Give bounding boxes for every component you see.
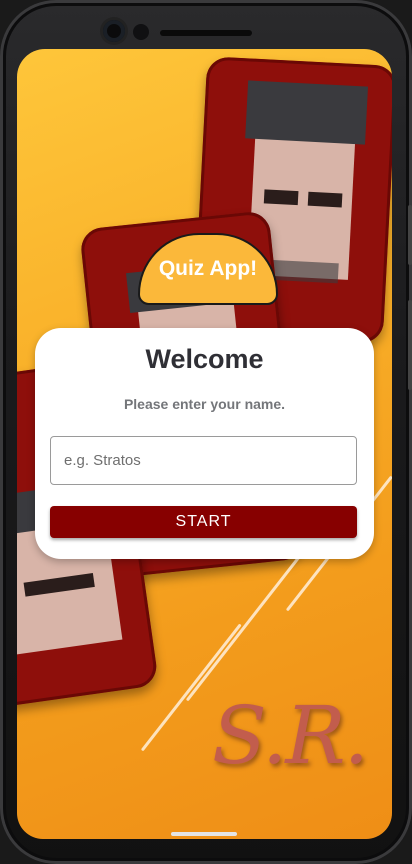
name-input[interactable] [50, 436, 357, 485]
power-button [408, 205, 412, 265]
light-streak [185, 549, 306, 702]
start-button[interactable]: START [50, 506, 357, 538]
home-indicator[interactable] [171, 832, 237, 836]
proximity-sensor [133, 24, 149, 40]
pixel-portrait-hair [245, 80, 369, 145]
welcome-card: Welcome Please enter your name. START [35, 328, 374, 559]
welcome-subtitle: Please enter your name. [123, 396, 286, 412]
pixel-portrait-glasses-left [263, 189, 299, 206]
pixel-portrait-glasses-right [307, 191, 343, 208]
phone-frame: S.R. Quiz App! Welcome Please enter your… [0, 0, 412, 864]
welcome-title: Welcome [145, 344, 264, 374]
app-title: Quiz App! [158, 257, 258, 280]
signature-watermark: S.R. [212, 689, 369, 782]
app-screen: S.R. Quiz App! Welcome Please enter your… [17, 49, 392, 839]
volume-button [408, 300, 412, 390]
front-camera-icon [103, 20, 125, 42]
earpiece-speaker [160, 30, 252, 36]
